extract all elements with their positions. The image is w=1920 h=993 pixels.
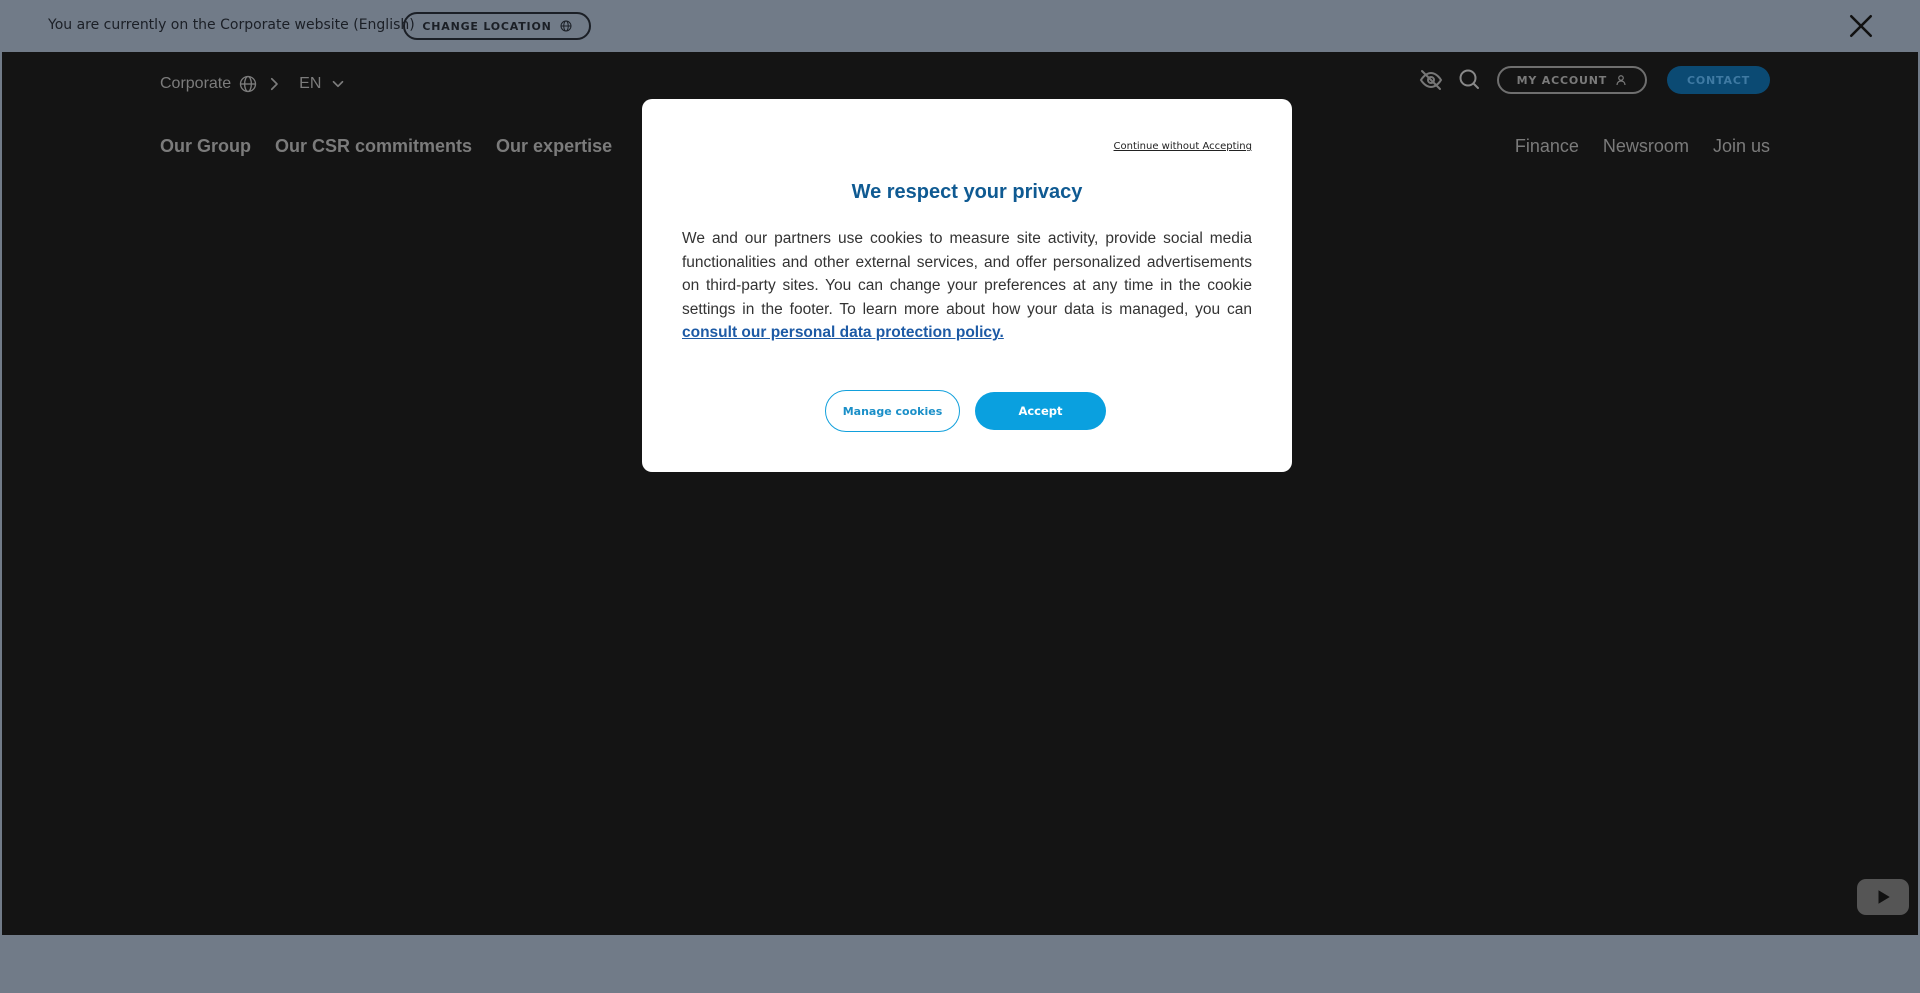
continue-without-accepting-link[interactable]: Continue without Accepting bbox=[1114, 141, 1252, 152]
bottom-overlay-strip bbox=[0, 935, 1920, 993]
nav-our-expertise[interactable]: Our expertise bbox=[496, 136, 612, 157]
main-nav-right: Finance Newsroom Join us bbox=[1515, 136, 1770, 157]
header-actions: MY ACCOUNT CONTACT bbox=[1419, 66, 1770, 94]
location-text: You are currently on the Corporate websi… bbox=[48, 17, 415, 33]
contact-button[interactable]: CONTACT bbox=[1667, 66, 1770, 94]
youtube-play-button[interactable] bbox=[1857, 879, 1909, 915]
location-banner: You are currently on the Corporate websi… bbox=[0, 0, 1920, 52]
dialog-title: We respect your privacy bbox=[851, 181, 1083, 203]
privacy-policy-link[interactable]: consult our personal data protection pol… bbox=[682, 324, 1004, 341]
nav-our-group[interactable]: Our Group bbox=[160, 136, 251, 157]
site-selector[interactable]: Corporate EN bbox=[160, 72, 347, 96]
site-label: Corporate bbox=[160, 75, 232, 92]
my-account-label: MY ACCOUNT bbox=[1516, 73, 1608, 87]
youtube-play-icon bbox=[1878, 890, 1890, 904]
main-nav-left: Our Group Our CSR commitments Our expert… bbox=[160, 136, 612, 157]
manage-cookies-button[interactable]: Manage cookies bbox=[825, 390, 960, 432]
close-icon[interactable] bbox=[1848, 13, 1874, 39]
search-icon[interactable] bbox=[1457, 68, 1481, 92]
chevron-down-icon bbox=[333, 80, 344, 88]
chevron-right-icon bbox=[271, 77, 278, 91]
nav-csr-commitments[interactable]: Our CSR commitments bbox=[275, 136, 472, 157]
dialog-body-text: We and our partners use cookies to measu… bbox=[682, 230, 1252, 318]
accept-button[interactable]: Accept bbox=[975, 392, 1106, 430]
language-label[interactable]: EN bbox=[299, 75, 321, 93]
change-location-button[interactable]: CHANGE LOCATION bbox=[403, 12, 591, 40]
nav-newsroom[interactable]: Newsroom bbox=[1603, 136, 1689, 157]
cookie-consent-dialog: Continue without Accepting We respect yo… bbox=[642, 99, 1292, 472]
change-location-label: CHANGE LOCATION bbox=[422, 19, 552, 33]
globe-icon bbox=[560, 20, 572, 32]
dialog-body: We and our partners use cookies to measu… bbox=[682, 227, 1252, 345]
user-icon bbox=[1616, 75, 1626, 86]
my-account-button[interactable]: MY ACCOUNT bbox=[1496, 66, 1648, 94]
globe-icon bbox=[239, 75, 257, 93]
nav-join-us[interactable]: Join us bbox=[1713, 136, 1770, 157]
nav-finance[interactable]: Finance bbox=[1515, 136, 1579, 157]
eye-off-icon[interactable] bbox=[1419, 68, 1443, 92]
